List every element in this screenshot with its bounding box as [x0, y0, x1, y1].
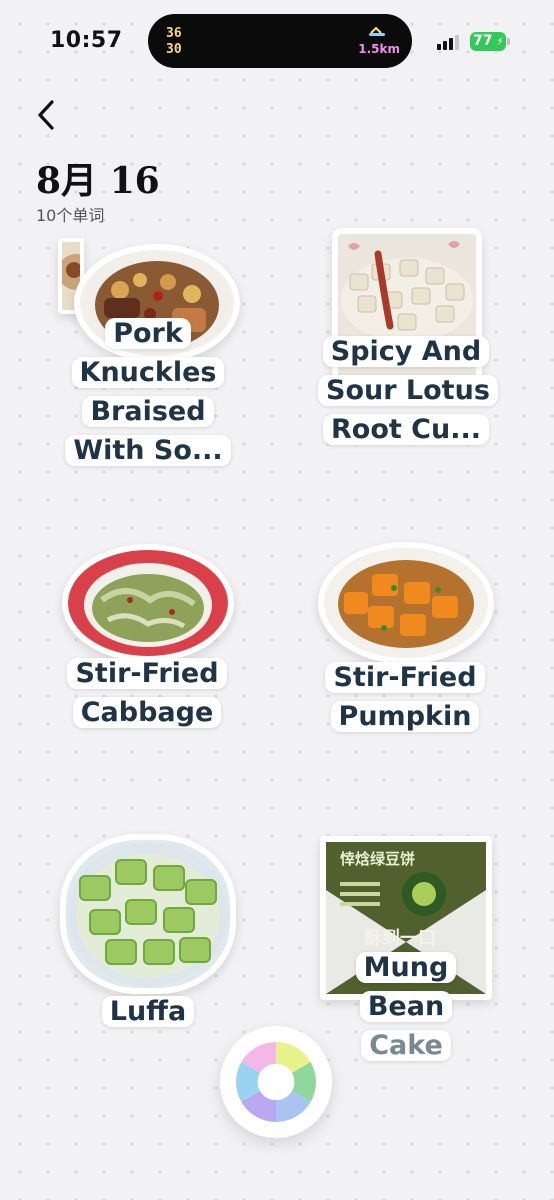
word-label-line: Bean: [359, 991, 453, 1022]
chevron-left-icon[interactable]: [30, 96, 64, 134]
word-card-luffa[interactable]: Luffa: [60, 834, 240, 1034]
status-bar: 10:57 36 30 1.5km 77 ⚡: [0, 0, 554, 84]
word-label: Spicy And Sour Lotus Root Cu...: [318, 332, 498, 449]
charging-bolt-icon: ⚡: [496, 35, 504, 48]
food-photo: [60, 834, 236, 994]
status-time: 10:57: [50, 28, 123, 53]
word-card-stir-fried-pumpkin[interactable]: Stir-Fried Pumpkin: [316, 542, 496, 742]
word-label: Luffa: [60, 992, 236, 1031]
page-title: 8月 16: [36, 160, 160, 202]
package-text: 酥到一口: [364, 928, 436, 949]
word-label: Pork Knuckles Braised With So...: [58, 314, 238, 470]
dynamic-island[interactable]: 36 30 1.5km: [148, 14, 412, 68]
food-photo: [62, 544, 234, 662]
battery-level: 77: [473, 33, 493, 49]
camera-shutter-icon: [236, 1042, 316, 1122]
island-number-top: 36: [166, 26, 182, 41]
word-label: Stir-Fried Cabbage: [60, 654, 234, 732]
route-icon: [369, 26, 385, 36]
camera-button[interactable]: [220, 1026, 332, 1138]
word-count: 10个单词: [36, 206, 105, 225]
food-photo: [318, 542, 494, 664]
word-label: Mung Bean: [320, 948, 492, 1026]
battery-tip: [507, 38, 510, 45]
word-label-line: Mung: [355, 952, 457, 983]
word-label-line: Cake: [361, 1030, 451, 1061]
island-number-bottom: 30: [166, 42, 182, 57]
cellular-signal-icon: [437, 34, 461, 50]
word-card-stir-fried-cabbage[interactable]: Stir-Fried Cabbage: [60, 544, 240, 744]
island-distance: 1.5km: [358, 42, 400, 56]
battery-icon: 77 ⚡: [470, 32, 506, 51]
word-label: Stir-Fried Pumpkin: [316, 658, 494, 736]
word-card-mung-bean-cake[interactable]: 悻焓绿豆饼 酥到一口 Mung Bean Cake: [320, 836, 500, 1076]
word-card-pork-knuckles[interactable]: Pork Knuckles Braised With So...: [58, 238, 258, 478]
package-text: 悻焓绿豆饼: [340, 850, 416, 868]
word-card-lotus-root[interactable]: Spicy And Sour Lotus Root Cu...: [318, 228, 498, 488]
word-label-faded: Cake: [320, 1026, 492, 1065]
